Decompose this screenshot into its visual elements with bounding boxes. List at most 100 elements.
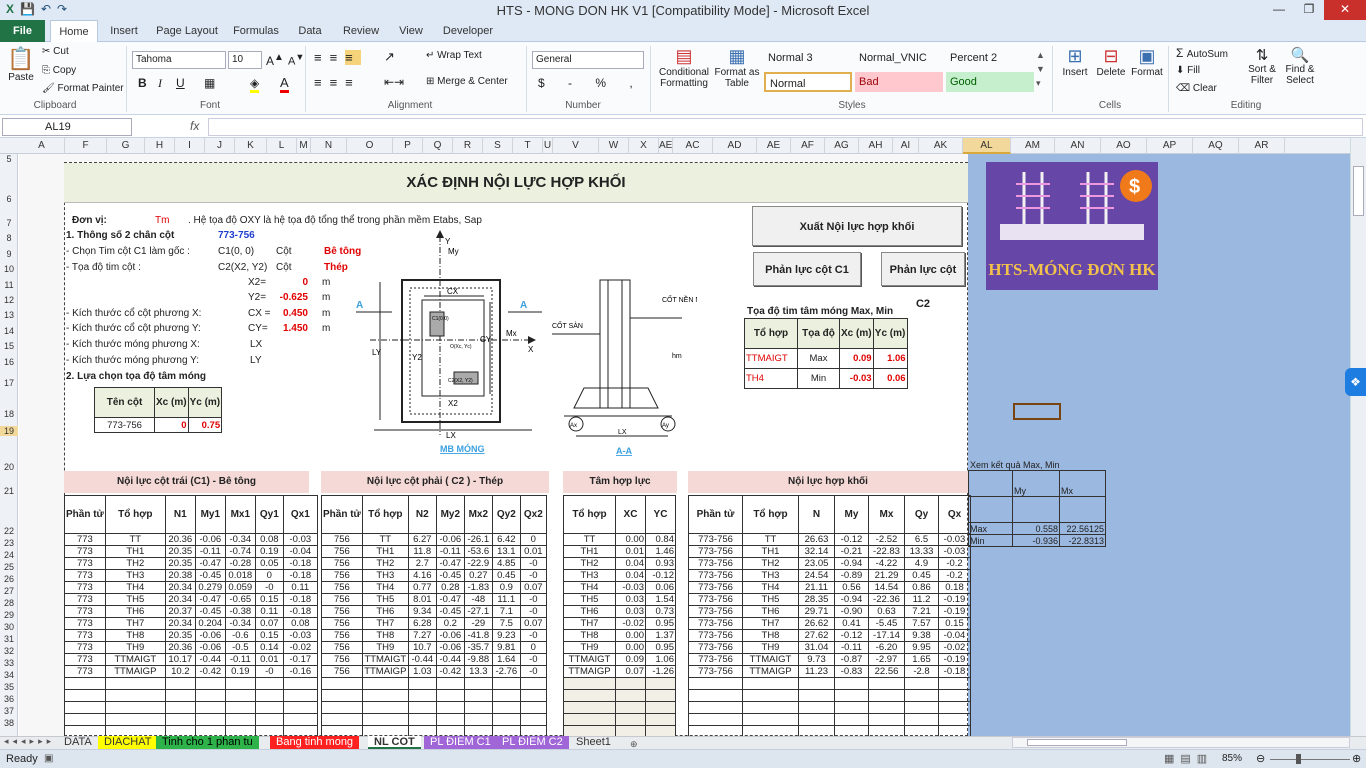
table-cell[interactable]: -0.19 (938, 605, 971, 618)
table-cell[interactable]: 773 (64, 593, 106, 606)
table-cell[interactable]: -0.18 (282, 557, 318, 570)
table-cell[interactable]: 23.05 (798, 557, 835, 570)
empty-cell[interactable] (834, 689, 869, 702)
table-cell[interactable]: -0.45 (435, 569, 465, 582)
row-header[interactable]: 36 (0, 694, 18, 704)
empty-cell[interactable] (938, 713, 971, 726)
empty-cell[interactable] (64, 689, 106, 702)
table-cell[interactable]: 20.36 (164, 641, 196, 654)
table-cell[interactable]: -48 (463, 593, 493, 606)
table-cell[interactable]: TH9 (104, 641, 166, 654)
table-cell[interactable]: TH6 (742, 605, 799, 618)
table-cell[interactable]: -0.03 (282, 533, 318, 546)
row-header[interactable]: 17 (0, 378, 18, 388)
empty-cell[interactable] (615, 713, 646, 726)
table-cell[interactable]: -2.52 (868, 533, 905, 546)
table-cell[interactable]: 21.29 (868, 569, 905, 582)
vertical-scrollbar[interactable] (1350, 138, 1366, 736)
table-cell[interactable]: Min (797, 368, 840, 389)
table-cell[interactable]: 0.73 (645, 605, 676, 618)
empty-cell[interactable] (361, 713, 409, 726)
column-header[interactable]: H (145, 138, 175, 154)
empty-cell[interactable] (688, 701, 743, 714)
table-cell[interactable]: 1.64 (491, 653, 521, 666)
tab-view[interactable]: View (392, 20, 430, 42)
table-cell[interactable]: -0.18 (282, 569, 318, 582)
column-header[interactable]: AI (893, 138, 919, 154)
table-cell[interactable]: -22.83 (868, 545, 905, 558)
table-cell[interactable]: -0.94 (834, 557, 869, 570)
table-cell[interactable]: -22.8313 (1059, 534, 1106, 547)
tab-insert[interactable]: Insert (104, 20, 144, 42)
table-cell[interactable]: 6.5 (904, 533, 939, 546)
column-header[interactable]: AQ (1193, 138, 1239, 154)
empty-cell[interactable] (834, 701, 869, 714)
table-cell[interactable]: 0.19 (224, 665, 256, 678)
table-cell[interactable]: 13.1 (491, 545, 521, 558)
clear-button[interactable]: ⌫ Clear (1176, 83, 1217, 94)
empty-cell[interactable] (104, 701, 166, 714)
table-cell[interactable]: TH6 (563, 605, 616, 618)
table-cell[interactable]: 1.46 (645, 545, 676, 558)
table-cell[interactable]: 0.9 (491, 581, 521, 594)
style-good[interactable]: Good (946, 72, 1034, 92)
table-cell[interactable]: -0.17 (282, 653, 318, 666)
table-cell[interactable]: -5.45 (868, 617, 905, 630)
y2-value[interactable]: -0.625 (270, 292, 308, 303)
tab-file[interactable]: File (0, 20, 45, 42)
column-header[interactable]: O (347, 138, 393, 154)
table-cell[interactable]: 6.42 (491, 533, 521, 546)
column-header[interactable]: AR (1239, 138, 1285, 154)
table-cell[interactable]: 0.204 (194, 617, 226, 630)
column-header[interactable]: K (235, 138, 267, 154)
empty-cell[interactable] (563, 713, 616, 726)
empty-cell[interactable] (519, 713, 547, 726)
empty-cell[interactable] (904, 689, 939, 702)
table-cell[interactable]: 11.23 (798, 665, 835, 678)
empty-cell[interactable] (798, 713, 835, 726)
table-cell[interactable]: 0.06 (645, 581, 676, 594)
table-cell[interactable]: -0.06 (194, 533, 226, 546)
column-header[interactable]: A (19, 138, 65, 154)
table-cell[interactable]: TH9 (361, 641, 409, 654)
empty-cell[interactable] (742, 713, 799, 726)
table-cell[interactable]: -4.22 (868, 557, 905, 570)
shrink-font-icon[interactable]: A▼ (288, 52, 304, 68)
formula-input[interactable] (208, 118, 1363, 136)
table-cell[interactable]: 773 (64, 605, 106, 618)
table-cell[interactable]: -0.45 (194, 605, 226, 618)
format-cells-button[interactable]: ▣ Format (1130, 46, 1164, 78)
table-cell[interactable]: 27.62 (798, 629, 835, 642)
empty-cell[interactable] (361, 689, 409, 702)
empty-cell[interactable] (224, 713, 256, 726)
table-cell[interactable]: Max (968, 522, 1013, 535)
table-cell[interactable]: 0.28 (435, 581, 465, 594)
format-painter-button[interactable]: 🖌 Format Painter (42, 83, 124, 94)
table-cell[interactable]: -0.42 (194, 665, 226, 678)
empty-cell[interactable] (164, 689, 196, 702)
table-cell[interactable]: -0.89 (834, 569, 869, 582)
table-cell[interactable]: -0.65 (224, 593, 256, 606)
style-normal3[interactable]: Normal 3 (764, 48, 852, 68)
tab-home[interactable]: Home (50, 20, 98, 43)
bold-icon[interactable]: B (138, 76, 147, 90)
table-cell[interactable]: TT (742, 533, 799, 546)
table-cell[interactable]: 0.27 (463, 569, 493, 582)
column-header[interactable]: L (267, 138, 297, 154)
table-cell[interactable]: 773-756 (94, 417, 155, 433)
table-cell[interactable]: -0.45 (194, 569, 226, 582)
table-cell[interactable]: -0.936 (1012, 534, 1060, 547)
column-header[interactable]: J (205, 138, 235, 154)
empty-cell[interactable] (282, 713, 318, 726)
table-cell[interactable]: -9.88 (463, 653, 493, 666)
export-combined-button[interactable]: Xuất Nội lực hợp khối (752, 206, 962, 246)
table-cell[interactable]: -0.44 (407, 653, 437, 666)
empty-cell[interactable] (282, 677, 318, 690)
table-cell[interactable]: 756 (321, 641, 363, 654)
table-cell[interactable]: 14.54 (868, 581, 905, 594)
table-cell[interactable]: 0.75 (187, 417, 223, 433)
table-cell[interactable]: 773 (64, 665, 106, 678)
table-cell[interactable]: -0.06 (435, 533, 465, 546)
table-cell[interactable]: 0.15 (254, 629, 284, 642)
column-header[interactable]: AL (963, 138, 1011, 154)
